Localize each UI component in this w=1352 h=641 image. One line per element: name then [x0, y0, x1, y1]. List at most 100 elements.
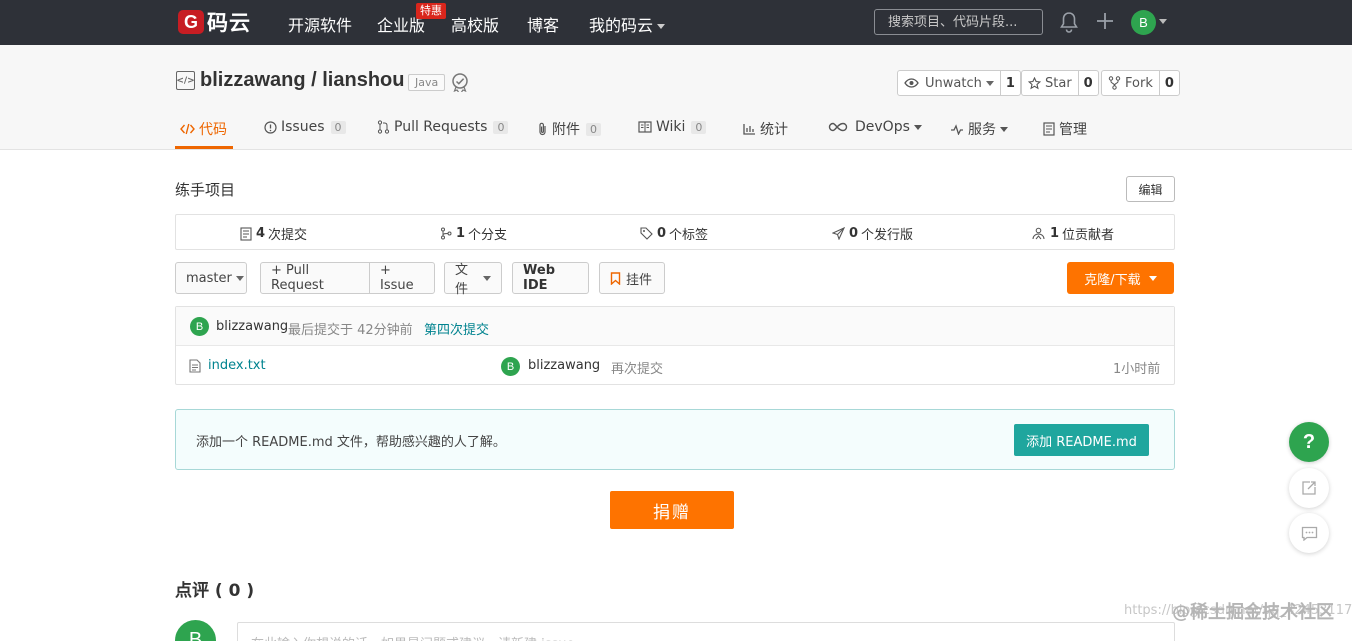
- gitee-logo[interactable]: G 码云: [178, 9, 251, 35]
- stat-branches[interactable]: 1 个分支: [440, 224, 507, 243]
- repo-header: </> blizzawang / lianshou Java Unwatch 1…: [0, 45, 1352, 150]
- file-row[interactable]: index.txt B blizzawang 再次提交 1小时前: [176, 347, 1174, 385]
- file-commit-message[interactable]: 再次提交: [611, 358, 663, 377]
- chevron-down-icon: [657, 24, 666, 29]
- nav-blog[interactable]: 博客: [527, 12, 559, 36]
- new-pull-request-button[interactable]: + Pull Request: [260, 262, 370, 294]
- tab-issues-label: Issues: [281, 119, 325, 135]
- recommend-badge-icon: [452, 73, 468, 92]
- donate-button[interactable]: 捐赠: [610, 491, 734, 529]
- tab-attachments[interactable]: 附件 0: [537, 119, 601, 139]
- nav-open-source[interactable]: 开源软件: [288, 12, 352, 36]
- branch-icon: [441, 227, 452, 240]
- issue-icon: [264, 120, 277, 134]
- repo-title[interactable]: blizzawang / lianshou: [200, 69, 404, 92]
- fork-button[interactable]: Fork: [1102, 71, 1160, 95]
- promo-badge: 特惠: [416, 3, 446, 19]
- logo-mark: G: [178, 10, 204, 34]
- file-author-avatar[interactable]: B: [501, 357, 520, 376]
- pulse-icon: [951, 123, 963, 135]
- chevron-down-icon: [1000, 126, 1008, 132]
- bell-icon[interactable]: [1059, 11, 1079, 33]
- web-ide-button[interactable]: Web IDE: [512, 262, 589, 294]
- help-button[interactable]: ?: [1289, 422, 1329, 462]
- tab-wiki-count: 0: [691, 120, 707, 134]
- chat-button[interactable]: [1289, 513, 1329, 553]
- user-avatar[interactable]: B: [1131, 10, 1156, 35]
- tab-devops-label: DevOps: [855, 119, 910, 135]
- comment-input[interactable]: 在此输入你想说的话，如果是问题或建议，请新建 issue: [237, 622, 1175, 641]
- contributors-icon: [1032, 227, 1045, 240]
- tab-attachments-count: 0: [586, 122, 601, 136]
- new-pull-request-label: + Pull Request: [271, 263, 324, 293]
- nav-university[interactable]: 高校版: [451, 12, 499, 36]
- star-button-group[interactable]: Star 0: [1021, 70, 1099, 96]
- edit-description-button[interactable]: 编辑: [1126, 176, 1175, 202]
- tab-wiki[interactable]: Wiki 0: [638, 119, 707, 135]
- code-repo-icon: </>: [176, 71, 195, 90]
- stat-commits[interactable]: 4 次提交: [240, 224, 307, 243]
- widget-button[interactable]: 挂件: [599, 262, 665, 294]
- tab-devops[interactable]: DevOps: [828, 119, 922, 135]
- commit-message-link[interactable]: 第四次提交: [424, 319, 489, 338]
- release-icon: [832, 227, 845, 240]
- last-commit-row: B blizzawang 最后提交于 42分钟前 第四次提交: [176, 307, 1174, 346]
- code-icon: [180, 123, 195, 135]
- fork-button-group[interactable]: Fork 0: [1101, 70, 1180, 96]
- chat-bubble-icon: [1301, 526, 1317, 541]
- stat-contributors[interactable]: 1 位贡献者: [1031, 224, 1114, 243]
- tab-issues[interactable]: Issues 0: [264, 119, 346, 135]
- stat-contributors-label: 位贡献者: [1062, 228, 1115, 243]
- document-icon: [1043, 122, 1055, 136]
- pull-request-icon: [377, 120, 390, 134]
- watch-button-group[interactable]: Unwatch 1: [897, 70, 1021, 96]
- tab-services-label: 服务: [968, 122, 996, 138]
- nav-my-gitee[interactable]: 我的码云: [589, 12, 666, 36]
- tab-statistics[interactable]: 统计: [743, 119, 788, 139]
- tab-statistics-label: 统计: [760, 122, 788, 138]
- chevron-down-icon: [483, 275, 491, 281]
- chevron-down-icon: [913, 124, 922, 130]
- stat-releases[interactable]: 0 个发行版: [832, 224, 913, 243]
- files-dropdown[interactable]: 文件: [444, 262, 502, 297]
- tab-manage[interactable]: 管理: [1043, 119, 1087, 139]
- tab-services[interactable]: 服务: [950, 119, 1008, 139]
- add-readme-button[interactable]: 添加 README.md: [1014, 424, 1149, 456]
- tab-pull-requests[interactable]: Pull Requests 0: [377, 119, 509, 135]
- comments-title: 点评 ( 0 ): [175, 581, 255, 601]
- branch-select[interactable]: master: [175, 262, 247, 294]
- new-issue-button[interactable]: + Issue: [369, 262, 435, 294]
- watch-count[interactable]: 1: [1001, 71, 1020, 95]
- star-count[interactable]: 0: [1079, 71, 1098, 95]
- clone-download-button[interactable]: 克隆/下载: [1067, 262, 1174, 294]
- tab-code[interactable]: 代码: [180, 119, 227, 139]
- star-button[interactable]: Star: [1022, 71, 1079, 95]
- avatar-chevron-down-icon[interactable]: [1159, 19, 1167, 24]
- stat-releases-label: 个发行版: [861, 228, 914, 243]
- stat-releases-num: 0: [849, 226, 859, 241]
- stat-contributors-num: 1: [1050, 226, 1060, 241]
- fork-label: Fork: [1125, 75, 1153, 91]
- commit-meta: 最后提交于 42分钟前: [288, 323, 413, 338]
- tab-pull-requests-label: Pull Requests: [394, 119, 488, 135]
- comment-user-avatar: B: [175, 620, 216, 641]
- stat-tags[interactable]: 0 个标签: [640, 224, 708, 243]
- nav-my-gitee-label: 我的码云: [589, 16, 654, 35]
- paperclip-icon: [539, 122, 546, 136]
- chevron-down-icon: [1148, 275, 1157, 281]
- feedback-button[interactable]: [1289, 468, 1329, 508]
- stat-branches-num: 1: [456, 226, 466, 241]
- readme-notice: 添加一个 README.md 文件，帮助感兴趣的人了解。 添加 README.m…: [175, 409, 1175, 470]
- file-author[interactable]: blizzawang: [528, 358, 600, 373]
- commit-author-avatar[interactable]: B: [190, 317, 209, 336]
- fork-count[interactable]: 0: [1160, 71, 1179, 95]
- search-input[interactable]: [874, 9, 1043, 35]
- book-icon: [638, 121, 652, 133]
- language-tag[interactable]: Java: [408, 74, 446, 91]
- commit-author[interactable]: blizzawang: [216, 319, 288, 334]
- file-name-link[interactable]: index.txt: [208, 358, 266, 373]
- plus-icon[interactable]: [1096, 12, 1114, 30]
- logo-text: 码云: [207, 11, 251, 35]
- watch-button[interactable]: Unwatch: [898, 71, 1001, 95]
- bar-chart-icon: [743, 124, 755, 135]
